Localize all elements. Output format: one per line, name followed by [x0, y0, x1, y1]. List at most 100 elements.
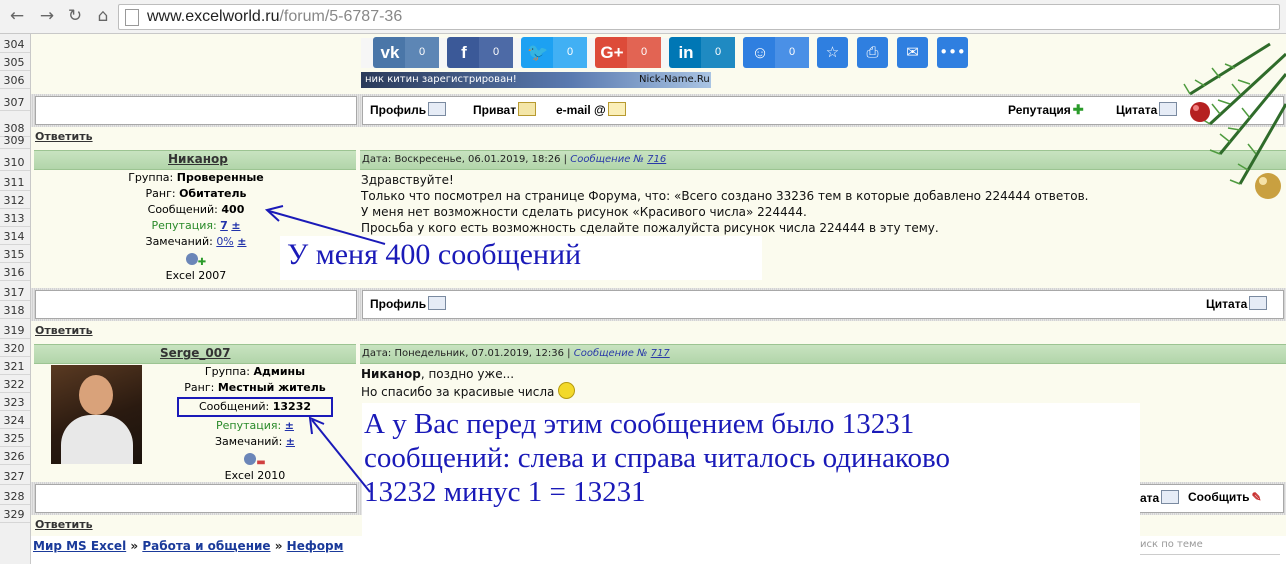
- reply-link[interactable]: Ответить: [35, 324, 93, 337]
- post1-author-link[interactable]: Никанор: [168, 152, 228, 166]
- post2-rank: Ранг: Местный житель: [150, 380, 360, 396]
- reply-link[interactable]: Ответить: [35, 518, 93, 531]
- warn-change-link[interactable]: ±: [237, 235, 246, 248]
- avatar[interactable]: [51, 365, 142, 464]
- post1-line: У меня нет возможности сделать рисунок «…: [361, 205, 807, 219]
- profile-button[interactable]: Профиль: [370, 296, 447, 311]
- warn-change-link[interactable]: ±: [286, 435, 295, 448]
- row-divider: [0, 504, 30, 505]
- annotation2-line: А у Вас перед этим сообщением было 13231: [364, 408, 915, 440]
- breadcrumb-separator: »: [130, 539, 139, 553]
- row-number: 317: [3, 286, 25, 299]
- share-linkedin-button[interactable]: in 0: [669, 37, 735, 68]
- row-divider: [0, 410, 30, 411]
- share-count: 0: [405, 37, 439, 68]
- mail-button[interactable]: ✉: [897, 37, 928, 68]
- profile-empty-box: [35, 290, 357, 319]
- browser-toolbar: ← → ↻ ⌂ www.excelworld.ru/forum/5-6787-3…: [0, 0, 1286, 34]
- email-button[interactable]: e-mail @: [556, 102, 626, 117]
- post1-date-text: Дата: Воскресенье, 06.01.2019, 18:26 |: [362, 154, 571, 165]
- post2-line2-text: Но спасибо за красивые числа: [361, 385, 555, 399]
- warn-value[interactable]: 0%: [216, 235, 233, 248]
- row-divider: [0, 70, 30, 71]
- address-bar[interactable]: www.excelworld.ru/forum/5-6787-36: [118, 4, 1280, 30]
- post1-msg-number[interactable]: 716: [647, 154, 666, 165]
- quote-button[interactable]: Цитата: [1206, 296, 1268, 311]
- bookmark-star-button[interactable]: ☆: [817, 37, 848, 68]
- posts-label: Сообщений:: [198, 400, 273, 413]
- home-icon[interactable]: ⌂: [92, 5, 114, 27]
- breadcrumb: Мир MS Excel » Работа и общение » Неформ: [33, 539, 343, 553]
- rep-value[interactable]: 7: [220, 219, 228, 232]
- row-number: 321: [3, 360, 25, 373]
- report-icon: ✎: [1251, 490, 1262, 504]
- plus-icon: ✚: [1072, 102, 1084, 117]
- row-number: 306: [3, 74, 25, 87]
- profile-button[interactable]: Профиль: [370, 102, 447, 117]
- print-icon: ⎙: [866, 43, 879, 61]
- post1-line: Только что посмотрел на странице Форума,…: [361, 189, 1089, 203]
- reputation-button[interactable]: Репутация ✚: [1008, 102, 1084, 118]
- rep-change-link[interactable]: ±: [285, 419, 294, 432]
- quote-label: ата: [1140, 491, 1160, 505]
- reload-icon[interactable]: ↻: [64, 5, 86, 27]
- row-divider: [0, 338, 30, 339]
- forward-icon[interactable]: →: [36, 5, 58, 27]
- report-button[interactable]: Сообщить ✎: [1188, 490, 1262, 504]
- annotation2-text: А у Вас перед этим сообщением было 13231…: [364, 407, 950, 509]
- rank-label: Ранг:: [145, 187, 180, 200]
- row-number: 324: [3, 414, 25, 427]
- breadcrumb-forum[interactable]: Неформ: [287, 539, 344, 553]
- topic-search-input[interactable]: иск по теме: [1140, 538, 1280, 555]
- more-button[interactable]: •••: [937, 37, 968, 68]
- share-count: 0: [701, 37, 735, 68]
- share-facebook-button[interactable]: f0: [447, 37, 513, 68]
- row-number: 312: [3, 194, 25, 207]
- row-divider: [0, 428, 30, 429]
- post2-msg-number[interactable]: 717: [651, 348, 670, 359]
- back-icon[interactable]: ←: [6, 5, 28, 27]
- row-divider: [0, 300, 30, 301]
- vk-icon: vk: [380, 43, 400, 62]
- row-number: 313: [3, 212, 25, 225]
- moimir-icon: ☺: [751, 43, 769, 62]
- reply-link[interactable]: Ответить: [35, 130, 93, 143]
- group-label: Группа:: [128, 171, 177, 184]
- row-divider: [0, 374, 30, 375]
- rep-label: Репутация:: [151, 219, 221, 232]
- row-divider: [0, 484, 30, 485]
- post2-line1: Никанор, поздно уже...: [361, 366, 1061, 382]
- row-divider: [0, 392, 30, 393]
- reputation-label: Репутация: [1008, 103, 1071, 117]
- row-divider: [0, 280, 30, 281]
- row-number: 329: [3, 508, 25, 521]
- row-number: 309: [3, 134, 25, 147]
- post2-author-link[interactable]: Serge_007: [160, 346, 230, 360]
- share-moimir-button[interactable]: ☺ 0: [743, 37, 809, 68]
- share-googleplus-button[interactable]: G+ 0: [595, 37, 661, 68]
- post1-date: Дата: Воскресенье, 06.01.2019, 18:26 | С…: [362, 154, 666, 165]
- private-message-button[interactable]: Приват: [473, 102, 537, 117]
- share-vk-button[interactable]: vk 0: [373, 37, 439, 68]
- mail-icon: ✉: [906, 43, 919, 61]
- quote-label: Цитата: [1206, 297, 1248, 311]
- breadcrumb-home[interactable]: Мир MS Excel: [33, 539, 126, 553]
- share-twitter-button[interactable]: 🐦 0: [521, 37, 587, 68]
- nick-banner: ник китин зарегистрирован! Nick-Name.Ru: [361, 72, 711, 88]
- url-path: /forum/5-6787-36: [279, 8, 403, 25]
- row-number: 325: [3, 432, 25, 445]
- row-divider: [0, 356, 30, 357]
- row-number: 310: [3, 156, 25, 169]
- group-label: Группа:: [204, 365, 254, 378]
- row-divider: [0, 148, 30, 149]
- row-divider: [0, 262, 30, 263]
- print-button[interactable]: ⎙: [857, 37, 888, 68]
- breadcrumb-section[interactable]: Работа и общение: [142, 539, 270, 553]
- facebook-icon: f: [461, 43, 467, 62]
- row-number: 316: [3, 266, 25, 279]
- quote-button[interactable]: ата: [1140, 490, 1180, 505]
- private-label: Приват: [473, 103, 517, 117]
- rep-change-link[interactable]: ±: [231, 219, 240, 232]
- row-divider: [0, 244, 30, 245]
- post2-date: Дата: Понедельник, 07.01.2019, 12:36 | С…: [362, 348, 670, 359]
